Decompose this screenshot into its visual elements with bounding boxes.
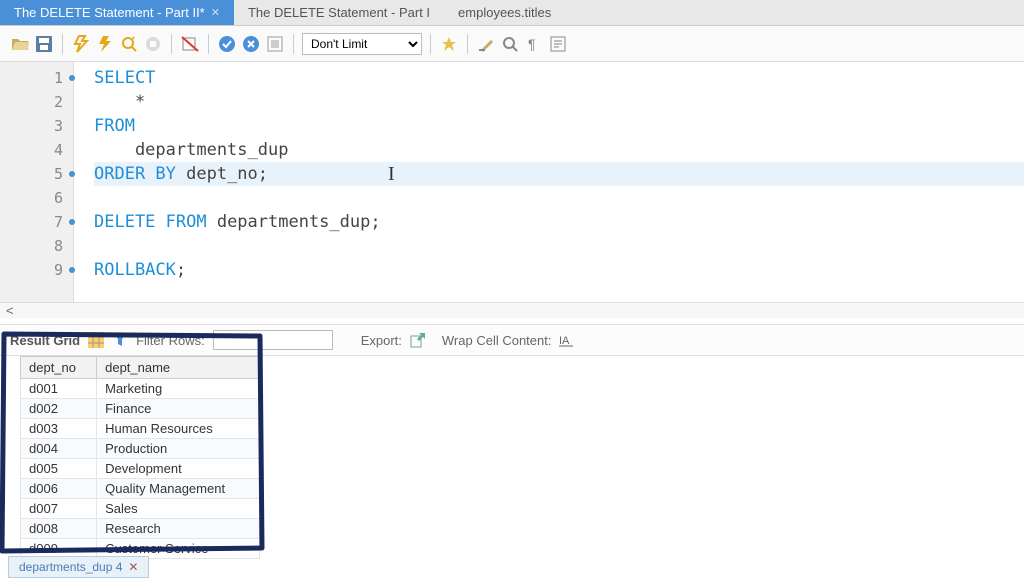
- separator: [208, 34, 209, 54]
- line-number: 8: [0, 234, 73, 258]
- code-line[interactable]: FROM: [94, 114, 1024, 138]
- code-line[interactable]: SELECT: [94, 66, 1024, 90]
- table-cell[interactable]: d005: [21, 459, 97, 479]
- table-cell[interactable]: Marketing: [97, 379, 260, 399]
- line-number: 5: [0, 162, 73, 186]
- result-tab-label: departments_dup 4: [19, 560, 122, 574]
- svg-text:¶: ¶: [528, 36, 536, 52]
- commit-icon[interactable]: [217, 34, 237, 54]
- table-row[interactable]: d001Marketing: [21, 379, 260, 399]
- line-number: 7: [0, 210, 73, 234]
- svg-text:IA: IA: [559, 335, 570, 347]
- table-header-row: dept_nodept_name: [21, 357, 260, 379]
- rollback-icon[interactable]: [241, 34, 261, 54]
- save-icon[interactable]: [34, 34, 54, 54]
- autocommit-icon[interactable]: [265, 34, 285, 54]
- table-cell[interactable]: d004: [21, 439, 97, 459]
- table-cell[interactable]: d002: [21, 399, 97, 419]
- find-icon[interactable]: [500, 34, 520, 54]
- code-line[interactable]: *: [94, 90, 1024, 114]
- open-icon[interactable]: [10, 34, 30, 54]
- table-row[interactable]: d006Quality Management: [21, 479, 260, 499]
- filter-rows-label: Filter Rows:: [136, 333, 205, 348]
- table-cell[interactable]: Sales: [97, 499, 260, 519]
- table-row[interactable]: d003Human Resources: [21, 419, 260, 439]
- execute-current-icon[interactable]: [95, 34, 115, 54]
- tab-delete-part-1[interactable]: The DELETE Statement - Part I: [234, 0, 444, 25]
- table-cell[interactable]: Finance: [97, 399, 260, 419]
- limit-rows-select[interactable]: Don't Limit: [302, 33, 422, 55]
- grid-icon[interactable]: [88, 332, 104, 348]
- beautify-icon[interactable]: [476, 34, 496, 54]
- table-cell[interactable]: d001: [21, 379, 97, 399]
- line-number: 3: [0, 114, 73, 138]
- tab-label: The DELETE Statement - Part II*: [14, 5, 205, 20]
- table-cell[interactable]: Quality Management: [97, 479, 260, 499]
- column-header[interactable]: dept_no: [21, 357, 97, 379]
- separator: [430, 34, 431, 54]
- table-row[interactable]: d007Sales: [21, 499, 260, 519]
- explain-icon[interactable]: [119, 34, 139, 54]
- table-row[interactable]: d008Research: [21, 519, 260, 539]
- tab-label: employees.titles: [458, 5, 551, 20]
- wrap-cell-label: Wrap Cell Content:: [442, 333, 552, 348]
- no-limit-icon[interactable]: [180, 34, 200, 54]
- sql-toolbar: Don't Limit ¶: [0, 26, 1024, 62]
- code-line[interactable]: [94, 186, 1024, 210]
- wrap-icon[interactable]: [548, 34, 568, 54]
- column-header[interactable]: dept_name: [97, 357, 260, 379]
- separator: [467, 34, 468, 54]
- filter-icon[interactable]: [112, 332, 128, 348]
- execute-icon[interactable]: [71, 34, 91, 54]
- tab-employees-titles[interactable]: employees.titles: [444, 0, 565, 25]
- table-cell[interactable]: Human Resources: [97, 419, 260, 439]
- favorite-icon[interactable]: [439, 34, 459, 54]
- table-cell[interactable]: d006: [21, 479, 97, 499]
- close-icon[interactable]: ✕: [128, 560, 138, 574]
- line-number: 6: [0, 186, 73, 210]
- line-gutter: 123456789: [0, 62, 74, 302]
- close-icon[interactable]: ✕: [211, 6, 220, 19]
- stop-icon[interactable]: [143, 34, 163, 54]
- line-number: 2: [0, 90, 73, 114]
- line-number: 1: [0, 66, 73, 90]
- text-cursor-icon: I: [388, 163, 395, 186]
- table-cell[interactable]: d007: [21, 499, 97, 519]
- line-number: 4: [0, 138, 73, 162]
- result-grid[interactable]: dept_nodept_name d001Marketingd002Financ…: [20, 356, 260, 559]
- code-line[interactable]: ROLLBACK;: [94, 258, 1024, 282]
- result-tab[interactable]: departments_dup 4 ✕: [8, 556, 149, 578]
- separator: [293, 34, 294, 54]
- table-cell[interactable]: d003: [21, 419, 97, 439]
- table-row[interactable]: d005Development: [21, 459, 260, 479]
- code-line[interactable]: ORDER BY dept_no;I: [94, 162, 1024, 186]
- table-row[interactable]: d002Finance: [21, 399, 260, 419]
- table-cell[interactable]: Development: [97, 459, 260, 479]
- export-icon[interactable]: [410, 332, 426, 348]
- table-cell[interactable]: Research: [97, 519, 260, 539]
- export-label: Export:: [361, 333, 402, 348]
- wrap-cell-icon[interactable]: IA: [559, 332, 575, 348]
- code-line[interactable]: DELETE FROM departments_dup;: [94, 210, 1024, 234]
- filter-rows-input[interactable]: [213, 330, 333, 350]
- table-row[interactable]: d004Production: [21, 439, 260, 459]
- table-cell[interactable]: Production: [97, 439, 260, 459]
- line-number: 9: [0, 258, 73, 282]
- tab-label: The DELETE Statement - Part I: [248, 5, 430, 20]
- result-grid-label: Result Grid: [10, 333, 80, 348]
- table-cell[interactable]: d008: [21, 519, 97, 539]
- horizontal-scrollbar[interactable]: <: [0, 302, 1024, 318]
- result-grid-container: dept_nodept_name d001Marketingd002Financ…: [0, 356, 280, 559]
- separator: [171, 34, 172, 54]
- sql-editor[interactable]: 123456789 SELECT *FROM departments_dupOR…: [0, 62, 1024, 302]
- separator: [62, 34, 63, 54]
- results-toolbar: Result Grid Filter Rows: Export: Wrap Ce…: [0, 324, 1024, 356]
- tab-delete-part-2[interactable]: The DELETE Statement - Part II* ✕: [0, 0, 234, 25]
- code-area[interactable]: SELECT *FROM departments_dupORDER BY dep…: [74, 62, 1024, 302]
- code-line[interactable]: [94, 234, 1024, 258]
- code-line[interactable]: departments_dup: [94, 138, 1024, 162]
- invisible-chars-icon[interactable]: ¶: [524, 34, 544, 54]
- file-tabs: The DELETE Statement - Part II* ✕ The DE…: [0, 0, 1024, 26]
